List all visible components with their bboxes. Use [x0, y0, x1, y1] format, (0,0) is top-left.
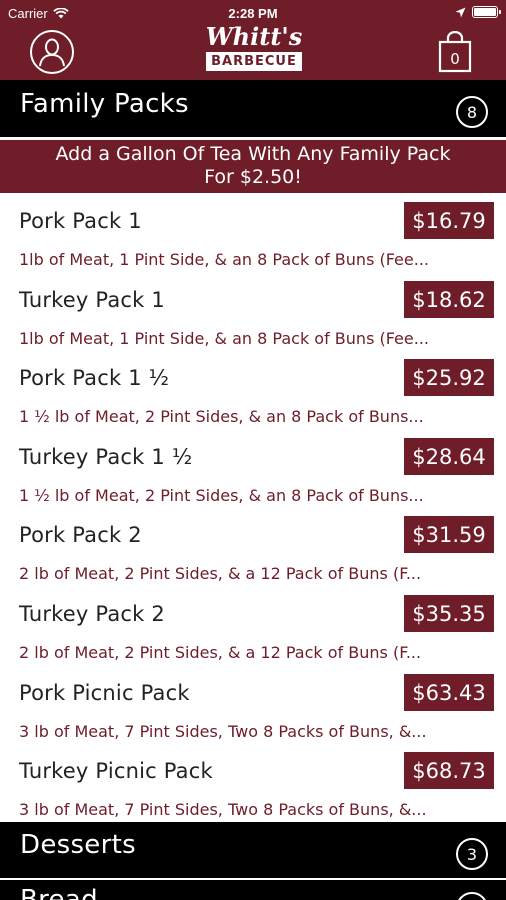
cart-count: 0: [450, 50, 460, 68]
item-description: 1lb of Meat, 1 Pint Side, & an 8 Pack of…: [19, 250, 429, 269]
item-description: 1 ½ lb of Meat, 2 Pint Sides, & an 8 Pac…: [19, 486, 424, 505]
item-name: Turkey Picnic Pack: [19, 759, 213, 783]
item-price[interactable]: $16.79: [404, 202, 494, 239]
section-count-badge: [456, 892, 488, 900]
item-description: 1lb of Meat, 1 Pint Side, & an 8 Pack of…: [19, 329, 429, 348]
item-price[interactable]: $18.62: [404, 281, 494, 318]
app-header: Carrier 2:28 PM Whitt's BARBECUE 0: [0, 0, 506, 80]
menu-item[interactable]: Pork Picnic Pack $63.43 3 lb of Meat, 7 …: [0, 674, 506, 752]
item-name: Turkey Pack 2: [19, 602, 165, 626]
section-header-bread[interactable]: Bread: [0, 880, 506, 900]
item-description: 3 lb of Meat, 7 Pint Sides, Two 8 Packs …: [19, 722, 427, 741]
section-title: Bread: [20, 885, 98, 900]
item-description: 2 lb of Meat, 2 Pint Sides, & a 12 Pack …: [19, 564, 422, 583]
item-name: Pork Pack 1: [19, 209, 142, 233]
location-arrow-icon: [455, 7, 466, 17]
section-count-badge: 8: [456, 96, 488, 128]
shopping-bag-icon: 0: [438, 30, 472, 73]
menu-item[interactable]: Turkey Pack 1 $18.62 1lb of Meat, 1 Pint…: [0, 281, 506, 359]
menu-item[interactable]: Turkey Picnic Pack $68.73 3 lb of Meat, …: [0, 752, 506, 830]
section-count-badge: 3: [456, 838, 488, 870]
status-bar: Carrier 2:28 PM: [0, 4, 506, 24]
item-price[interactable]: $31.59: [404, 516, 494, 553]
item-name: Pork Pack 1 ½: [19, 366, 170, 390]
menu-item[interactable]: Turkey Pack 2 $35.35 2 lb of Meat, 2 Pin…: [0, 595, 506, 673]
item-name: Pork Pack 2: [19, 523, 142, 547]
item-price[interactable]: $63.43: [404, 674, 494, 711]
item-name: Pork Picnic Pack: [19, 681, 190, 705]
menu-item[interactable]: Turkey Pack 1 ½ $28.64 1 ½ lb of Meat, 2…: [0, 438, 506, 516]
menu-item[interactable]: Pork Pack 1 $16.79 1lb of Meat, 1 Pint S…: [0, 202, 506, 280]
cart-button[interactable]: 0: [438, 30, 472, 73]
item-price[interactable]: $28.64: [404, 438, 494, 475]
item-price[interactable]: $68.73: [404, 752, 494, 789]
item-description: 2 lb of Meat, 2 Pint Sides, & a 12 Pack …: [19, 643, 422, 662]
promo-banner: Add a Gallon Of Tea With Any Family Pack…: [0, 140, 506, 193]
menu-item[interactable]: Pork Pack 2 $31.59 2 lb of Meat, 2 Pint …: [0, 516, 506, 594]
item-description: 3 lb of Meat, 7 Pint Sides, Two 8 Packs …: [19, 800, 427, 819]
clock: 2:28 PM: [228, 6, 278, 21]
profile-button[interactable]: [30, 30, 74, 74]
section-header-family-packs[interactable]: Family Packs 8: [0, 80, 506, 137]
item-description: 1 ½ lb of Meat, 2 Pint Sides, & an 8 Pac…: [19, 407, 424, 426]
section-title: Family Packs: [20, 89, 189, 119]
item-price[interactable]: $25.92: [404, 359, 494, 396]
logo-script: Whitt's: [205, 22, 303, 51]
item-name: Turkey Pack 1 ½: [19, 445, 193, 469]
item-name: Turkey Pack 1: [19, 288, 165, 312]
logo-plate: BARBECUE: [206, 52, 302, 71]
promo-line-2: For $2.50!: [204, 166, 302, 188]
section-title: Desserts: [20, 830, 136, 860]
promo-line-1: Add a Gallon Of Tea With Any Family Pack: [55, 143, 451, 165]
menu-item[interactable]: Pork Pack 1 ½ $25.92 1 ½ lb of Meat, 2 P…: [0, 359, 506, 437]
section-header-desserts[interactable]: Desserts 3: [0, 822, 506, 878]
item-price[interactable]: $35.35: [404, 595, 494, 632]
battery-icon: [472, 6, 501, 18]
person-icon: [39, 38, 65, 67]
brand-logo[interactable]: Whitt's BARBECUE: [196, 24, 312, 78]
